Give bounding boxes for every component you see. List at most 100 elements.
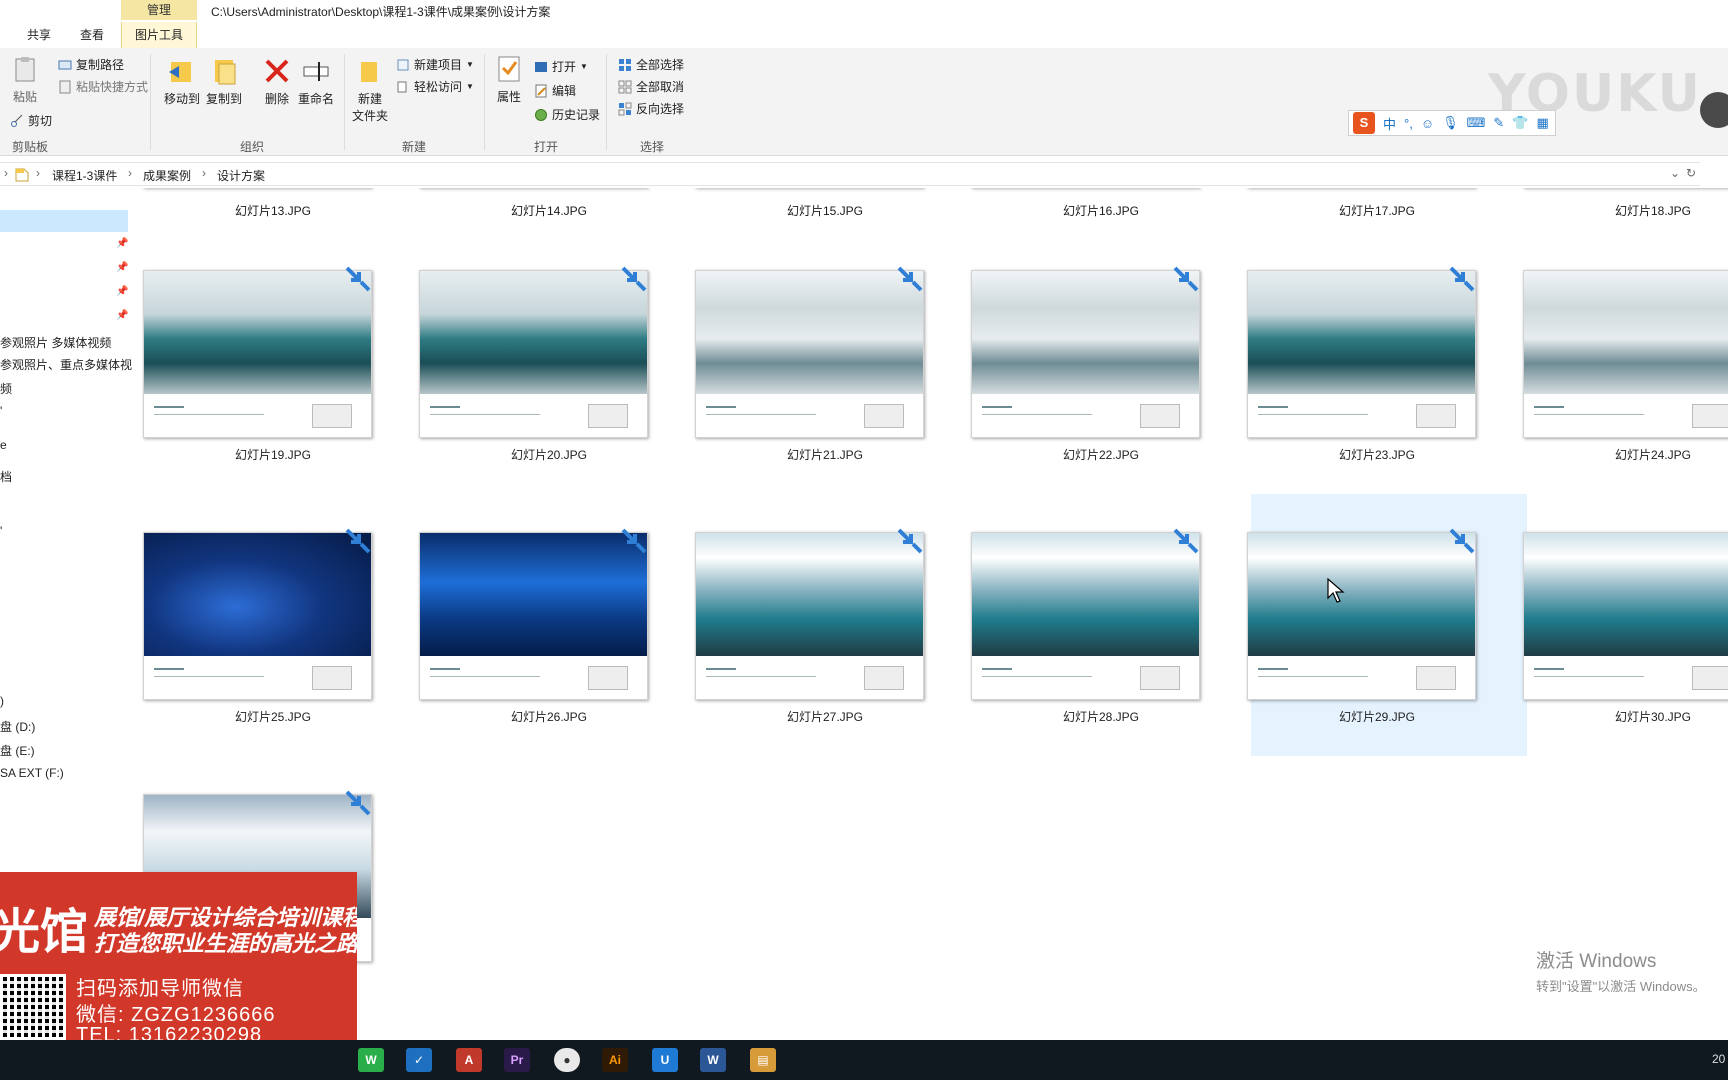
new-folder-button[interactable]: 新建 文件夹 — [352, 56, 388, 124]
sidebar-selected-item[interactable] — [0, 210, 128, 232]
file-name: 幻灯片21.JPG — [786, 448, 864, 462]
file-item[interactable]: 幻灯片19.JPG — [135, 240, 411, 502]
chevron-down-icon[interactable]: ⌄ — [1670, 166, 1680, 180]
file-item[interactable]: 幻灯片25.JPG — [135, 502, 411, 764]
scissors-icon — [11, 114, 23, 127]
file-name: 幻灯片27.JPG — [786, 710, 864, 724]
pin-icon[interactable]: 📌 — [116, 238, 128, 249]
edit-button[interactable]: 编辑 — [534, 82, 576, 99]
app-icon[interactable]: ✓ — [406, 1048, 432, 1072]
group-label-organize: 组织 — [240, 140, 265, 154]
ribbon-tabs: 共享 查看 图片工具 — [0, 22, 1728, 48]
move-to-button[interactable]: 移动到 — [164, 56, 200, 107]
thumbnail-caption — [972, 656, 1199, 699]
pin-icon[interactable]: 📌 — [116, 262, 128, 273]
sidebar-item[interactable]: e — [0, 438, 7, 452]
tab-manage[interactable]: 管理 — [121, 0, 197, 20]
file-item[interactable]: 幻灯片16.JPG — [963, 188, 1239, 218]
tools-icon[interactable]: ✎ — [1493, 115, 1504, 131]
sidebar-item-drive-d[interactable]: 盘 (D:) — [0, 718, 35, 735]
tab-picture-tools[interactable]: 图片工具 — [121, 22, 197, 48]
sidebar-item-drive-e[interactable]: 盘 (E:) — [0, 742, 35, 759]
folder-icon — [15, 168, 29, 182]
microphone-icon[interactable]: 🎙 — [1442, 115, 1459, 131]
pin-icon[interactable]: 📌 — [116, 286, 128, 297]
grid-menu-icon[interactable]: ▦ — [1536, 115, 1548, 131]
premiere-icon[interactable]: Pr — [504, 1048, 530, 1072]
thumbnail — [143, 270, 372, 438]
thumbnail-photo — [1248, 533, 1475, 656]
breadcrumb-item[interactable]: 设计方案 — [217, 167, 265, 184]
ime-mode-label[interactable]: 中 — [1383, 114, 1396, 133]
sidebar-item[interactable]: 参观照片、重点多媒体视 — [0, 356, 132, 373]
copy-to-button[interactable]: 复制到 — [206, 56, 242, 107]
illustrator-icon[interactable]: Ai — [602, 1048, 628, 1072]
history-button[interactable]: 历史记录 — [534, 106, 600, 123]
skin-icon[interactable]: 👕 — [1512, 115, 1528, 131]
file-item[interactable]: 幻灯片23.JPG — [1239, 240, 1515, 502]
keyboard-icon[interactable]: ⌨ — [1467, 115, 1486, 131]
sidebar-item[interactable]: ) — [0, 694, 4, 708]
emoji-icon[interactable]: ☺ — [1421, 116, 1434, 131]
file-item[interactable]: 幻灯片13.JPG — [135, 188, 411, 218]
thumbnail-photo — [696, 533, 923, 656]
file-item[interactable]: 幻灯片27.JPG — [687, 502, 963, 764]
file-item[interactable]: 幻灯片14.JPG — [411, 188, 687, 218]
sidebar-item[interactable]: 参观照片 多媒体视频 — [0, 334, 111, 351]
file-item[interactable]: 幻灯片17.JPG — [1239, 188, 1515, 218]
chrome-icon[interactable]: ● — [554, 1048, 580, 1072]
file-item[interactable]: 幻灯片20.JPG — [411, 240, 687, 502]
address-bar[interactable]: › › 课程1-3课件 › 成果案例 › 设计方案 ⌄ ↻ — [0, 162, 1700, 186]
sidebar-item[interactable]: 频 — [0, 380, 12, 397]
file-item[interactable]: 幻灯片30.JPG — [1515, 502, 1728, 764]
file-item[interactable]: 幻灯片21.JPG — [687, 240, 963, 502]
delete-button[interactable]: 删除 — [262, 56, 292, 107]
new-item-button[interactable]: 新建项目 ▼ — [396, 56, 474, 73]
copy-to-label: 复制到 — [206, 92, 243, 106]
thumbnail — [971, 270, 1200, 438]
file-item[interactable]: 幻灯片26.JPG — [411, 502, 687, 764]
sidebar-item[interactable]: ' — [0, 524, 2, 538]
invert-selection-button[interactable]: 反向选择 — [618, 100, 684, 117]
compressed-arrows-icon — [621, 266, 647, 292]
sidebar-item-drive-f[interactable]: SA EXT (F:) — [0, 766, 64, 780]
properties-button[interactable]: 属性 — [494, 54, 524, 105]
file-item[interactable]: 幻灯片18.JPG — [1515, 188, 1728, 218]
invert-selection-icon — [618, 102, 632, 115]
archive-icon[interactable]: ▤ — [750, 1048, 776, 1072]
punctuation-icon[interactable]: °, — [1404, 116, 1413, 131]
open-image-icon — [535, 61, 547, 72]
open-button[interactable]: 打开 ▼ — [534, 58, 588, 75]
file-item[interactable]: 幻灯片15.JPG — [687, 188, 963, 218]
tab-share[interactable]: 共享 — [27, 26, 51, 43]
copy-path-button[interactable]: 复制路径 — [58, 56, 124, 73]
sidebar-item[interactable]: ' — [0, 404, 2, 418]
breadcrumb-item[interactable]: 课程1-3课件 — [52, 167, 117, 184]
paste-shortcut-button[interactable]: 粘贴快捷方式 — [58, 78, 148, 95]
tab-view[interactable]: 查看 — [80, 26, 104, 43]
rename-button[interactable]: 重命名 — [298, 56, 334, 107]
easy-access-button[interactable]: 轻松访问 ▼ — [396, 78, 474, 95]
ime-toolbar[interactable]: S 中 °, ☺ 🎙 ⌨ ✎ 👕 ▦ — [1348, 110, 1556, 136]
paste-button[interactable]: 粘贴 — [10, 54, 40, 105]
sidebar-item[interactable]: 档 — [0, 468, 12, 485]
cut-button[interactable]: 剪切 — [10, 112, 52, 129]
file-item-selected[interactable]: 幻灯片29.JPG — [1247, 494, 1527, 756]
breadcrumb-item[interactable]: 成果案例 — [143, 167, 191, 184]
ribbon: 粘贴 复制路径 粘贴快捷方式 剪切 剪贴板 移动到 复制到 删除 重命名 组织 … — [0, 48, 1728, 156]
word-icon[interactable]: W — [700, 1048, 726, 1072]
select-none-button[interactable]: 全部取消 — [618, 78, 684, 95]
pin-icon[interactable]: 📌 — [116, 310, 128, 321]
thumbnail — [1247, 270, 1476, 438]
refresh-icon[interactable]: ↻ — [1686, 166, 1696, 180]
acrobat-icon[interactable]: A — [456, 1048, 482, 1072]
file-item[interactable]: 幻灯片22.JPG — [963, 240, 1239, 502]
wechat-icon[interactable]: W — [358, 1048, 384, 1072]
file-item[interactable]: 幻灯片28.JPG — [963, 502, 1239, 764]
select-all-button[interactable]: 全部选择 — [618, 56, 684, 73]
ribbon-separator — [606, 54, 607, 150]
dropdown-arrow-icon: ▼ — [580, 62, 588, 71]
file-item[interactable]: 幻灯片24.JPG — [1515, 240, 1728, 502]
u-icon[interactable]: U — [652, 1048, 678, 1072]
taskbar: W ✓ A Pr ● Ai U W ▤ 20 — [0, 1040, 1728, 1080]
